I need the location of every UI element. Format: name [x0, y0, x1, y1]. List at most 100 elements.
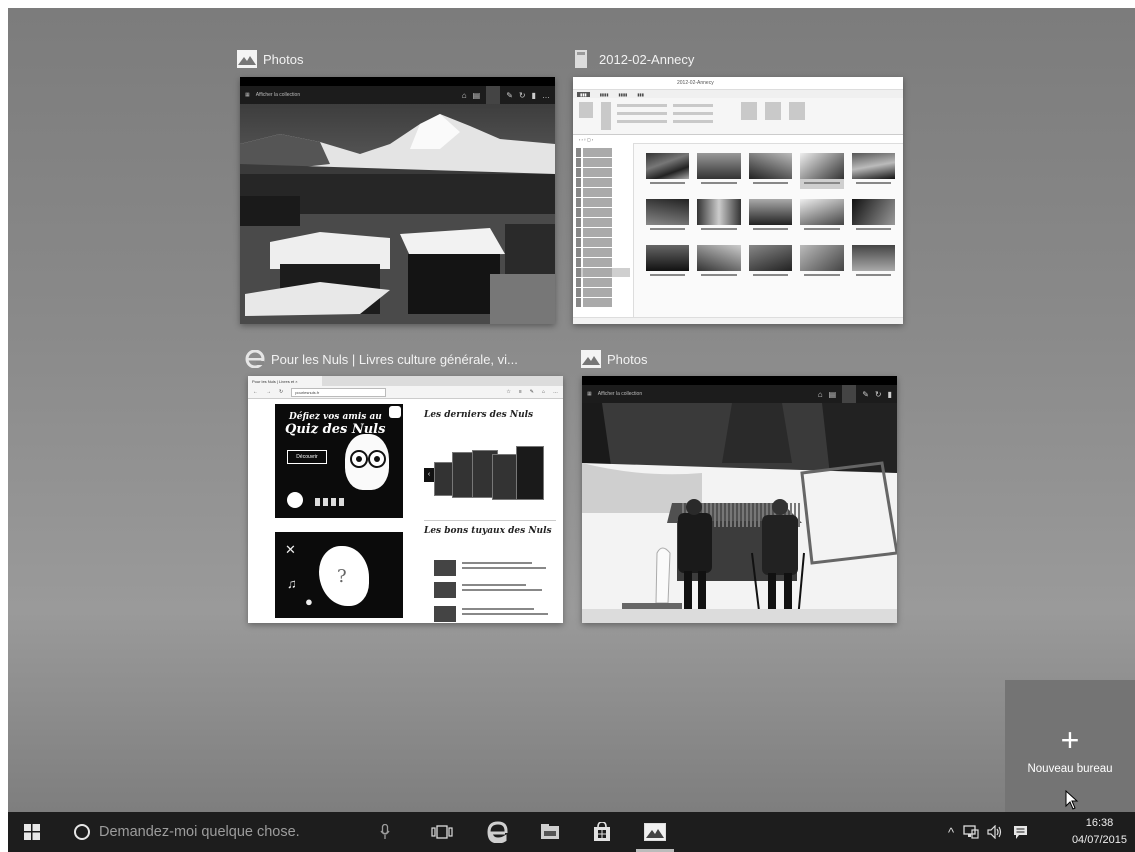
file-explorer-icon [541, 824, 559, 839]
delete-icon: ▮ [531, 90, 536, 100]
start-icon [24, 824, 40, 840]
taskbar-edge-button[interactable] [474, 812, 520, 852]
window-thumbnail-photos-1[interactable]: ▦ Afficher la collection ⌂ ▤ ✎ ↻ ▮ … [240, 77, 555, 324]
taskbar-store-button[interactable] [580, 812, 624, 852]
window-title: 2012-02-Annecy [599, 51, 695, 67]
file-thumbnail[interactable] [851, 245, 895, 281]
network-button[interactable] [960, 812, 982, 852]
tools-icon: ✕ [285, 542, 296, 557]
rotate-icon: ↻ [874, 389, 882, 399]
file-thumbnail[interactable] [748, 199, 793, 235]
favorites-icon: ☆ [506, 389, 511, 395]
delete-icon: ▮ [887, 389, 892, 399]
file-thumbnail[interactable] [646, 245, 690, 281]
show-hidden-icons-button[interactable]: ^ [942, 812, 960, 852]
task-view-button[interactable] [422, 812, 462, 852]
browser-tab-strip: Pour les Nuls | Livres et × [248, 376, 563, 386]
store-icon [594, 822, 610, 841]
slideshow-icon: ▤ [828, 389, 837, 399]
photos-toolbar: ▦ Afficher la collection ⌂ ▤ ✎ ↻ ▮ … [240, 86, 555, 104]
file-thumbnail[interactable] [697, 199, 741, 235]
window-label-explorer[interactable]: 2012-02-Annecy [573, 48, 694, 70]
edit-icon: ✎ [862, 389, 869, 399]
new-desktop-label: Nouveau bureau [1027, 763, 1113, 775]
file-thumbnail[interactable] [800, 153, 844, 189]
window-thumbnail-photos-2[interactable]: ▦ Afficher la collection ⌂ ▤ ✎ ↻ ▮ [582, 376, 897, 623]
books-carousel [434, 442, 552, 506]
collection-label: Afficher la collection [255, 92, 301, 98]
taskbar-explorer-button[interactable] [528, 812, 572, 852]
tab-file: ▮▮▮ [577, 91, 590, 97]
search-placeholder: Demandez-moi quelque chose. [99, 824, 300, 840]
more-icon: … [542, 90, 550, 100]
microphone-icon[interactable] [380, 823, 390, 844]
share-icon: ⌂ [817, 389, 823, 399]
toolbar-highlight [842, 385, 857, 403]
plus-icon: + [1060, 722, 1080, 758]
mountain-photo [240, 104, 555, 324]
promo-card: ? ✕ ♫ ● [275, 532, 403, 618]
volume-button[interactable] [984, 812, 1006, 852]
start-button[interactable] [8, 812, 56, 852]
system-clock[interactable]: 16:38 04/07/2015 [1072, 815, 1127, 849]
file-thumbnail[interactable] [800, 245, 844, 281]
game-pawns [315, 498, 345, 506]
cortana-search-box[interactable]: Demandez-moi quelque chose. [66, 812, 426, 852]
window-title: Pour les Nuls | Livres culture générale,… [271, 351, 518, 367]
section-divider [424, 520, 556, 521]
game-chip [287, 492, 303, 508]
music-icon: ♫ [287, 576, 297, 591]
tab-home: ▮▮▮▮ [599, 91, 609, 97]
section-title-latest: Les derniers des Nuls [424, 410, 534, 420]
file-thumbnail[interactable] [697, 245, 741, 281]
photos-icon [581, 350, 601, 368]
status-bar [573, 317, 903, 324]
quiz-line1: Défiez vos amis au [289, 412, 382, 422]
list-item [426, 558, 554, 578]
share-icon: ⌂ [461, 90, 467, 100]
ribbon-tabs: ▮▮▮ ▮▮▮▮ ▮▮▮▮ ▮▮▮ [573, 90, 903, 98]
title-bar [240, 77, 555, 86]
file-thumbnail[interactable] [646, 199, 690, 235]
file-thumbnail[interactable] [800, 199, 844, 235]
action-center-icon [1013, 825, 1027, 839]
edge-icon [487, 821, 508, 843]
cortana-icon [74, 824, 90, 840]
file-thumbnail[interactable] [697, 153, 741, 189]
rotate-icon: ↻ [518, 90, 526, 100]
character-face [345, 434, 389, 490]
list-item [426, 604, 554, 623]
tab-view: ▮▮▮ [637, 91, 644, 97]
mouse-pointer-icon [1065, 789, 1079, 810]
forward-icon: → [266, 389, 271, 395]
file-thumbnail[interactable] [748, 153, 793, 189]
file-thumbnail[interactable] [851, 199, 895, 235]
share-icon: ⌂ [541, 389, 545, 395]
collection-label: Afficher la collection [597, 391, 643, 397]
quiz-discover-button: Découvrir [287, 450, 327, 464]
chevron-up-icon: ^ [947, 824, 955, 840]
file-thumbnail[interactable] [748, 245, 793, 281]
file-thumbnail[interactable] [851, 153, 895, 189]
refresh-icon: ↻ [279, 389, 284, 395]
window-label-photos-2[interactable]: Photos [581, 348, 647, 370]
window-thumbnail-explorer[interactable]: 2012-02-Annecy ▮▮▮ ▮▮▮▮ ▮▮▮▮ ▮▮▮ ‹ › ↑ ▢… [573, 77, 903, 324]
quiz-banner: Défiez vos amis au Quiz des Nuls Découvr… [275, 404, 403, 518]
volume-icon [987, 825, 1002, 839]
window-label-photos-1[interactable]: Photos [237, 48, 303, 70]
file-thumbnail[interactable] [646, 153, 690, 189]
section-title-tips: Les bons tuyaux des Nuls [424, 526, 552, 536]
url-field: pourlesnuls.fr [291, 387, 387, 397]
network-icon [963, 825, 979, 839]
action-center-button[interactable] [1008, 812, 1032, 852]
toolbar-highlight [486, 86, 501, 104]
taskbar-photos-button[interactable] [632, 812, 678, 852]
window-title: Photos [263, 51, 304, 67]
tab-share: ▮▮▮▮ [618, 91, 628, 97]
window-thumbnail-edge[interactable]: Pour les Nuls | Livres et × ← → ↻ pourle… [248, 376, 563, 623]
title-bar [582, 376, 897, 385]
task-view-desktop: Photos ▦ Afficher la collection ⌂ ▤ ✎ ↻ … [8, 8, 1135, 812]
window-label-edge[interactable]: Pour les Nuls | Livres culture générale,… [245, 348, 518, 370]
quiz-badge [389, 406, 401, 418]
edge-icon [245, 349, 265, 369]
